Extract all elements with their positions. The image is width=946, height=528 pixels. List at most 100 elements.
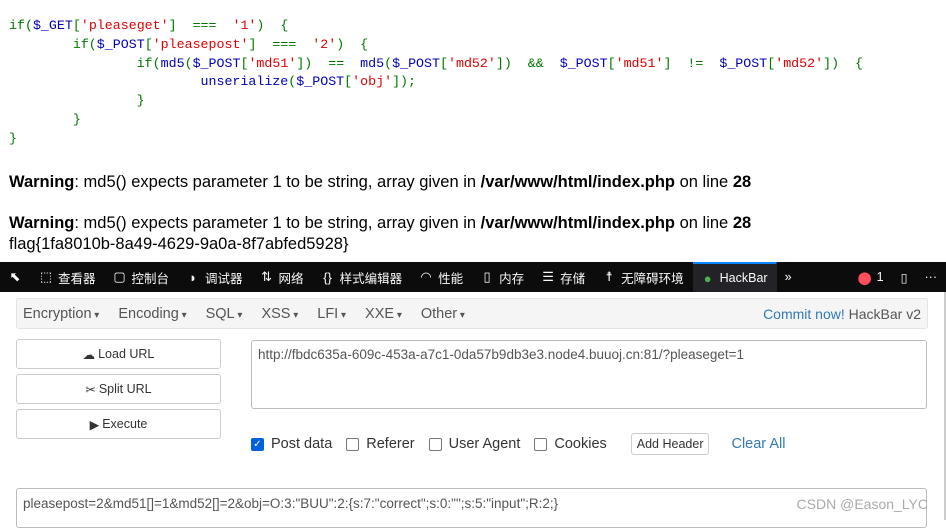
tab-label: HackBar: [720, 271, 768, 285]
option-cookies[interactable]: Cookies: [534, 436, 606, 452]
code-line: }: [9, 92, 863, 111]
url-textarea[interactable]: http://fbdc635a-609c-453a-a7c1-0da57b9db…: [251, 340, 927, 409]
code-token: 'md51': [248, 56, 296, 71]
code-token: ]) ==: [296, 56, 360, 71]
code-token: md5: [161, 56, 185, 71]
more-tabs-button[interactable]: »: [777, 262, 801, 292]
hackbar-icon: ●: [701, 271, 715, 286]
code-line: if(md5($_POST['md51']) == md5($_POST['md…: [9, 55, 863, 74]
performance-icon: ◠: [419, 269, 433, 285]
code-token: 'md51': [616, 56, 664, 71]
tab-label: 存储: [560, 268, 585, 287]
code-token: (: [384, 56, 392, 71]
flag-output: flag{1fa8010b-8a49-4629-9a0a-8f7abfed592…: [9, 235, 348, 254]
console-icon: ▢: [113, 269, 127, 285]
element-picker-button[interactable]: ⬉: [0, 262, 31, 292]
checkbox[interactable]: [429, 438, 442, 451]
code-token: 'md52': [448, 56, 496, 71]
storage-icon: ☰: [541, 269, 555, 285]
devtools-tab-debugger[interactable]: ◗调试器: [178, 262, 252, 292]
clear-all-link[interactable]: Clear All: [731, 436, 785, 452]
inspector-icon: ⬚: [39, 269, 53, 285]
load-url-button[interactable]: ☁Load URL: [16, 339, 221, 369]
code-token: [: [608, 56, 616, 71]
chevrons-right-icon: »: [785, 270, 792, 284]
code-token: if(: [9, 37, 97, 52]
hackbar-version: Commit now! HackBar v2: [763, 306, 921, 322]
code-token: [: [145, 37, 153, 52]
code-line: if($_POST['pleasepost'] === '2') {: [9, 36, 863, 55]
checkbox[interactable]: [534, 438, 547, 451]
option-user-agent[interactable]: User Agent: [429, 436, 521, 452]
devtools-tab-performance[interactable]: ◠性能: [411, 262, 472, 292]
tab-label: 无障碍环境: [621, 268, 684, 287]
code-token: 'pleaseget': [81, 18, 169, 33]
menu-encryption[interactable]: Encryption: [17, 306, 105, 322]
ellipsis-icon: ···: [925, 270, 938, 284]
code-token: '1': [232, 18, 256, 33]
menu-encoding[interactable]: Encoding: [112, 306, 192, 322]
post-data-textarea[interactable]: pleasepost=2&md51[]=1&md52[]=2&obj=O:3:"…: [16, 488, 927, 528]
code-token: ) {: [336, 37, 368, 52]
tab-label: 网络: [279, 268, 304, 287]
menu-other[interactable]: Other: [415, 306, 471, 322]
warning-message: Warning: md5() expects parameter 1 to be…: [9, 214, 751, 233]
code-token: 'pleasepost': [153, 37, 249, 52]
devtools-tab-console[interactable]: ▢控制台: [105, 262, 179, 292]
code-token: $_POST: [392, 56, 440, 71]
accessibility-icon: ☨: [602, 269, 616, 285]
option-referer[interactable]: Referer: [346, 436, 414, 452]
cloud-download-icon: ☁: [83, 347, 96, 362]
tab-label: 内存: [499, 268, 524, 287]
code-line: }: [9, 111, 863, 130]
devtools-tab-inspector[interactable]: ⬚ 查看器: [31, 262, 105, 292]
split-url-button[interactable]: ✂Split URL: [16, 374, 221, 404]
style-editor-icon: {}: [321, 270, 335, 285]
code-token: ]) &&: [496, 56, 560, 71]
tab-label: 样式编辑器: [340, 268, 403, 287]
menu-lfi[interactable]: LFI: [311, 306, 352, 322]
warning-message: Warning: md5() expects parameter 1 to be…: [9, 173, 751, 192]
code-token: (: [185, 56, 193, 71]
scissors-icon: ✂: [85, 382, 95, 397]
devtools-tab-hackbar[interactable]: ● HackBar: [693, 262, 777, 292]
devtools-tab-style-editor[interactable]: {} 样式编辑器: [313, 262, 412, 292]
hackbar-panel: Encryption Encoding SQL XSS LFI XXE Other Commi…: [0, 292, 946, 520]
execute-button[interactable]: ▶Execute: [16, 409, 221, 439]
devtools-tab-storage[interactable]: ☰ 存储: [533, 262, 594, 292]
code-token: unserialize: [201, 74, 289, 89]
tab-label: 查看器: [58, 268, 96, 287]
code-token: }: [9, 112, 81, 127]
error-count[interactable]: ⬤1: [850, 262, 893, 292]
code-line: unserialize($_POST['obj']);: [9, 73, 863, 92]
phone-icon: ▯: [901, 270, 908, 285]
add-header-button[interactable]: Add Header: [631, 433, 710, 455]
code-token: if(: [9, 56, 161, 71]
menu-xss[interactable]: XSS: [255, 306, 304, 322]
menu-xxe[interactable]: XXE: [359, 306, 408, 322]
picker-icon: ⬉: [8, 269, 22, 285]
code-line: }: [9, 130, 863, 149]
code-token: [: [73, 18, 81, 33]
devtools-tab-accessibility[interactable]: ☨ 无障碍环境: [594, 262, 693, 292]
commit-now-link[interactable]: Commit now!: [763, 306, 845, 322]
code-token: $_POST: [193, 56, 241, 71]
options-menu-button[interactable]: ···: [917, 262, 946, 292]
checkbox[interactable]: [346, 438, 359, 451]
play-icon: ▶: [90, 417, 100, 432]
option-post-data[interactable]: ✓Post data: [251, 436, 332, 452]
code-token: $_POST: [97, 37, 145, 52]
menu-sql[interactable]: SQL: [200, 306, 249, 322]
code-token: ]);: [392, 74, 416, 89]
code-token: ) {: [256, 18, 288, 33]
devtools-tab-network[interactable]: ⇅网络: [252, 262, 313, 292]
code-token: ]) {: [823, 56, 863, 71]
responsive-mode-button[interactable]: ▯: [893, 262, 917, 292]
checkbox[interactable]: ✓: [251, 438, 264, 451]
code-token: [: [344, 74, 352, 89]
devtools-tab-memory[interactable]: ▯内存: [472, 262, 533, 292]
code-token: '2': [312, 37, 336, 52]
code-token: md5: [360, 56, 384, 71]
error-icon: ⬤: [858, 270, 872, 285]
code-token: ] !=: [663, 56, 719, 71]
